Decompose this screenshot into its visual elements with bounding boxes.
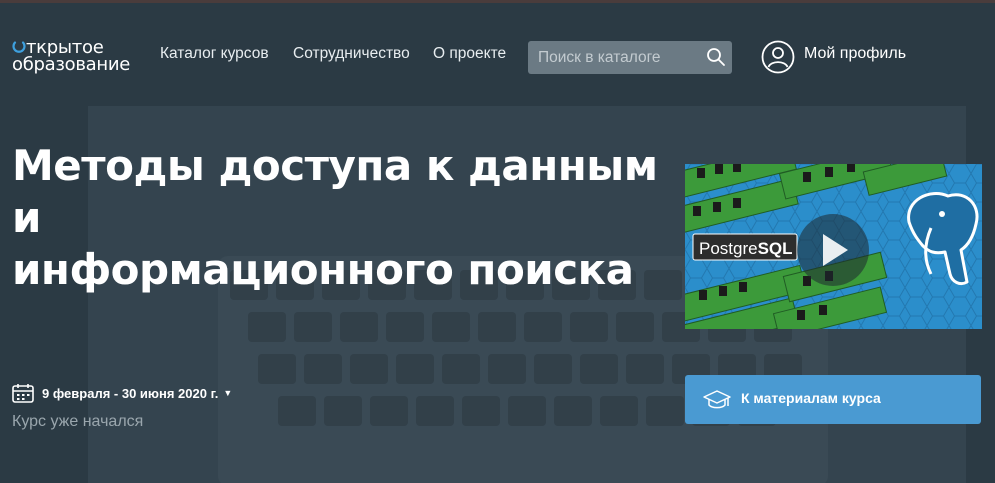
course-status: Курс уже начался [12,413,144,430]
nav-catalog[interactable]: Каталог курсов [160,45,269,63]
svg-text:PostgreSQL: PostgreSQL [699,239,793,258]
site-header: ткрытое образование Каталог курсов Сотру… [0,3,995,106]
course-dates-text: 9 февраля - 30 июня 2020 г. [42,385,219,401]
postgresql-logo-text-b: SQL [758,239,793,258]
graduation-cap-icon [703,390,731,409]
profile-icon[interactable] [761,40,795,74]
search-box [528,41,732,74]
calendar-icon [12,384,34,403]
course-materials-label: К материалам курса [741,390,881,406]
logo-ring-icon [12,41,26,53]
logo-text-line2: образование [12,54,131,75]
course-title-line2: информационного поиска [12,245,634,294]
course-video-preview[interactable]: PostgreSQL [685,164,982,329]
site-logo[interactable]: ткрытое образование [12,39,142,77]
profile-link[interactable]: Мой профиль [804,45,906,63]
course-dates: 9 февраля - 30 июня 2020 г. ▼ [12,382,232,404]
search-icon[interactable] [706,47,726,67]
video-thumbnail-image: PostgreSQL [685,164,982,329]
course-title: Методы доступа к данным и информационног… [12,140,672,296]
caret-down-icon[interactable]: ▼ [223,388,232,398]
nav-about[interactable]: О проекте [433,45,506,63]
postgresql-logo-text-a: Postgre [699,239,758,258]
search-input[interactable] [528,41,698,74]
course-materials-button[interactable]: К материалам курса [685,375,981,424]
nav-partnership[interactable]: Сотрудничество [293,45,410,63]
course-title-line1: Методы доступа к данным и [12,141,658,242]
